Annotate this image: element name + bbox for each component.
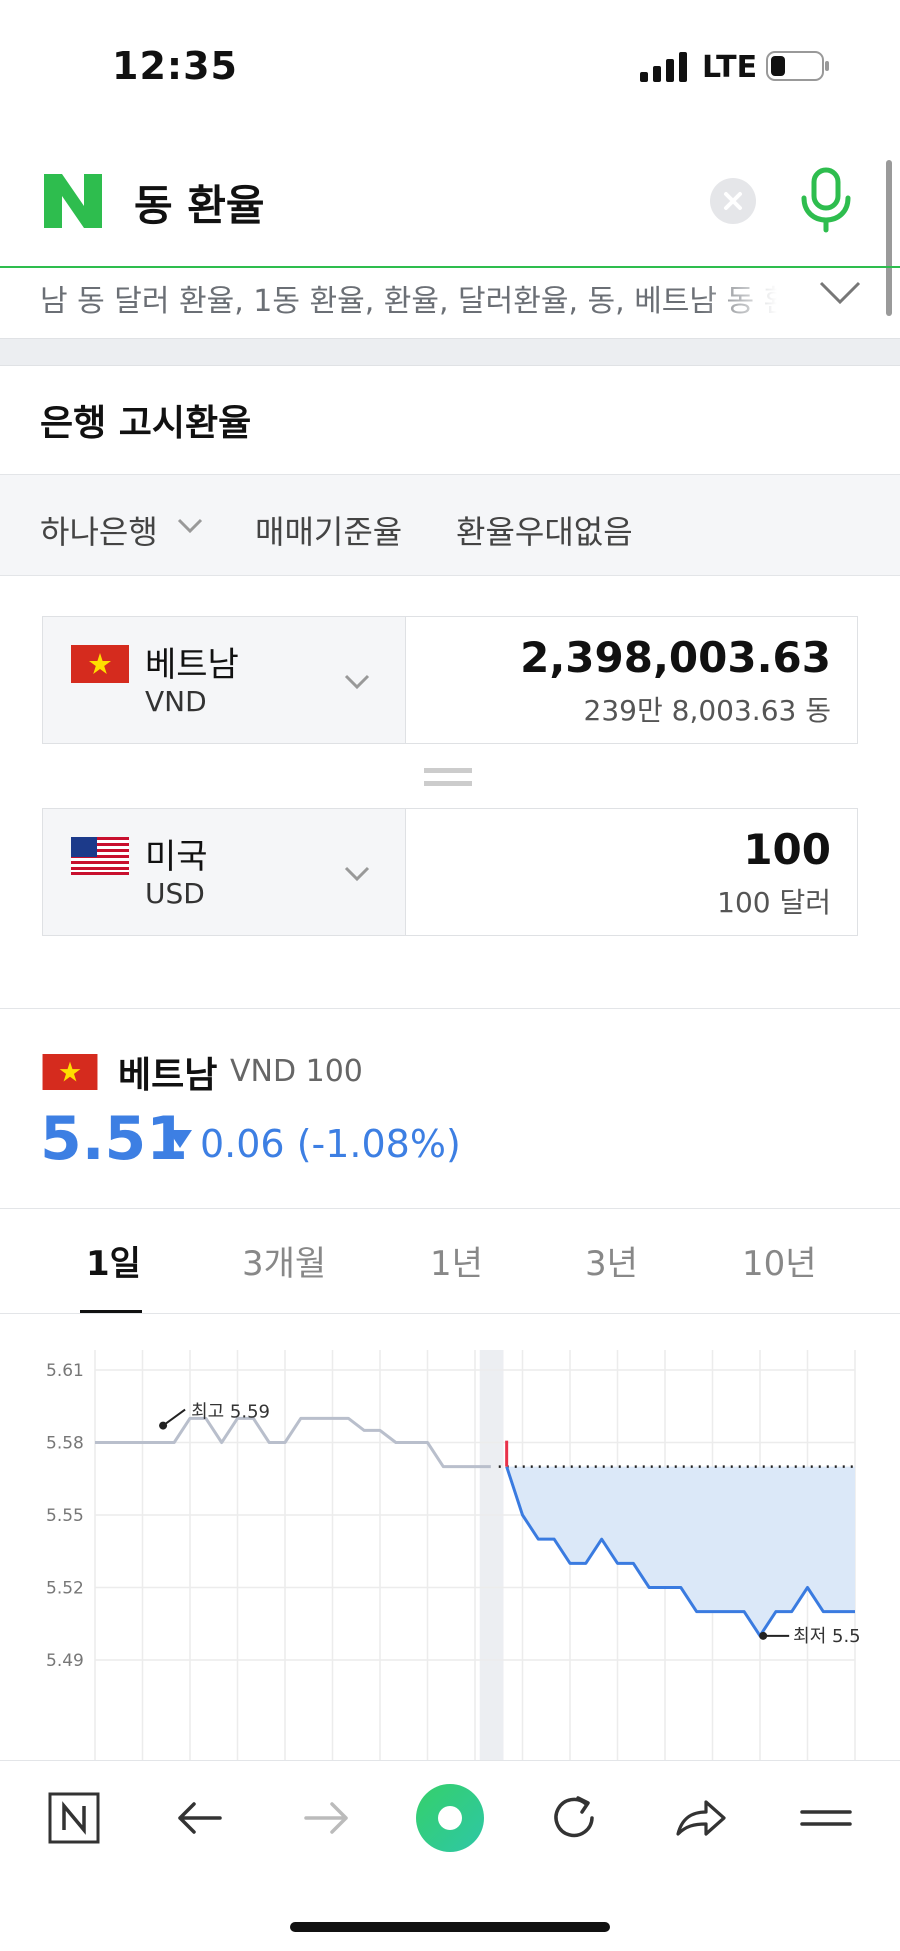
amount-text-to: 100 달러 xyxy=(717,886,831,919)
y-tick-label: 5.49 xyxy=(46,1651,84,1671)
amount-text-from: 239만 8,003.63 동 xyxy=(583,694,831,727)
currency-country: 베트남 xyxy=(145,645,239,685)
low-label: 최저 5.5 xyxy=(793,1626,860,1647)
section-divider xyxy=(0,338,900,366)
currency-select-to[interactable]: 미국 USD xyxy=(43,809,406,935)
close-icon xyxy=(724,192,742,210)
vietnam-flag-icon xyxy=(42,1054,98,1090)
back-arrow-icon[interactable] xyxy=(170,1788,230,1848)
converter-from: 베트남 VND 2,398,003.63 239만 8,003.63 동 xyxy=(42,616,858,744)
currency-select-from[interactable]: 베트남 VND xyxy=(43,617,406,743)
equals-icon xyxy=(424,768,472,786)
section-divider xyxy=(0,1208,900,1209)
share-icon[interactable] xyxy=(670,1788,730,1848)
network-type: LTE xyxy=(702,50,758,85)
forward-arrow-icon[interactable] xyxy=(296,1788,356,1848)
high-label: 최고 5.59 xyxy=(191,1402,270,1423)
rate-type-option[interactable]: 매매기준율 xyxy=(255,507,402,553)
rate-unit: VND 100 xyxy=(230,1054,363,1089)
y-tick-label: 5.61 xyxy=(46,1361,84,1381)
y-tick-label: 5.52 xyxy=(46,1579,84,1599)
down-triangle-icon xyxy=(168,1130,192,1148)
currency-code: VND xyxy=(145,685,207,718)
currency-country: 미국 xyxy=(145,837,208,877)
tab-1-day[interactable]: 1일 xyxy=(86,1236,141,1285)
tab-3-months[interactable]: 3개월 xyxy=(242,1236,326,1285)
high-leader-line xyxy=(162,1408,186,1427)
scrollbar[interactable] xyxy=(886,160,892,316)
preference-option[interactable]: 환율우대없음 xyxy=(456,507,633,553)
bank-options-bar: 하나은행 매매기준율 환율우대없음 xyxy=(0,474,900,576)
status-time: 12:35 xyxy=(112,44,238,88)
section-title: 은행 고시환율 xyxy=(40,403,252,444)
chevron-down-icon[interactable] xyxy=(176,517,204,535)
green-dot-icon[interactable] xyxy=(412,1780,488,1856)
current-time-band xyxy=(479,1350,504,1760)
suggestion-fade xyxy=(700,276,810,318)
search-input[interactable]: 동 환율 xyxy=(134,172,265,233)
section-divider xyxy=(0,1008,900,1009)
y-tick-label: 5.58 xyxy=(46,1434,84,1454)
chevron-down-icon xyxy=(344,866,370,882)
chevron-down-icon xyxy=(344,674,370,690)
battery-icon xyxy=(766,51,829,81)
amount-input-from[interactable]: 2,398,003.63 xyxy=(520,633,831,682)
search-underline xyxy=(0,266,900,268)
rate-change: 0.06 (-1.08%) xyxy=(200,1122,461,1166)
rate-value: 5.51 xyxy=(40,1104,189,1174)
tab-1-year[interactable]: 1년 xyxy=(430,1236,483,1285)
vietnam-flag-icon xyxy=(71,645,129,683)
bank-select[interactable]: 하나은행 xyxy=(40,507,158,553)
clear-search-button[interactable] xyxy=(710,178,756,224)
chevron-down-icon[interactable] xyxy=(818,280,862,306)
converter-to: 미국 USD 100 100 달러 xyxy=(42,808,858,936)
related-searches[interactable]: 남 동 달러 환율, 1동 환율, 환율, 달러환율, 동, 베트남 동 환율 xyxy=(40,276,800,316)
y-tick-label: 5.55 xyxy=(46,1506,84,1526)
amount-input-to[interactable]: 100 xyxy=(743,825,831,874)
refresh-icon[interactable] xyxy=(544,1788,604,1848)
tab-3-years[interactable]: 3년 xyxy=(585,1236,638,1285)
home-indicator xyxy=(290,1922,610,1932)
usa-flag-icon xyxy=(71,837,129,875)
tab-10-years[interactable]: 10년 xyxy=(742,1236,817,1285)
currency-code: USD xyxy=(145,877,205,910)
naver-logo-icon[interactable] xyxy=(44,174,102,228)
exchange-rate-chart[interactable]: 5.61 5.58 5.55 5.52 5.49 최고 5.59 최저 5.5 xyxy=(0,1320,900,1760)
tab-divider xyxy=(0,1313,900,1314)
menu-icon[interactable] xyxy=(796,1788,856,1848)
naver-home-icon[interactable] xyxy=(44,1788,104,1848)
rate-country: 베트남 xyxy=(118,1055,218,1096)
today-area xyxy=(506,1466,855,1636)
signal-icon xyxy=(640,52,687,82)
microphone-icon[interactable] xyxy=(798,166,854,234)
